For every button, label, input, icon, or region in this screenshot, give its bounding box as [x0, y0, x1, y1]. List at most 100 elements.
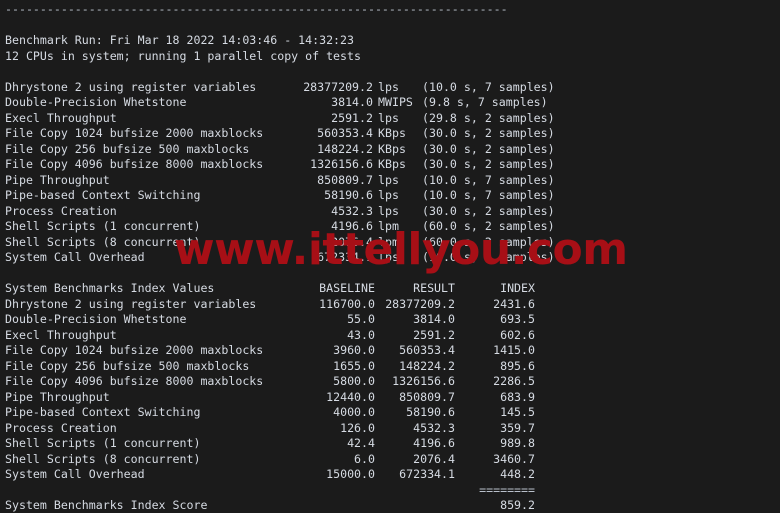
result-row: Pipe-based Context Switching 58190.6 lps…: [5, 188, 775, 204]
index-row: Execl Throughput 43.0 2591.2 602.6: [5, 328, 775, 344]
result-unit: lps: [378, 172, 399, 187]
result-detail: (60.0 s, 2 samples): [422, 219, 555, 233]
score-row: System Benchmarks Index Score 859.2: [5, 498, 775, 513]
terminal-output: ----------------------------------------…: [5, 2, 775, 513]
index-row-index: 3460.7: [493, 451, 535, 466]
result-detail: (29.8 s, 2 samples): [422, 110, 555, 125]
index-row-name: Dhrystone 2 using register variables: [5, 296, 257, 311]
index-row-baseline: 3960.0: [333, 343, 375, 357]
benchmark-run-line: Benchmark Run: Fri Mar 18 2022 14:03:46 …: [5, 33, 355, 47]
index-row-result: 2591.2: [413, 327, 455, 342]
result-unit: MWIPS: [378, 95, 413, 109]
result-name: Pipe Throughput: [5, 172, 110, 187]
result-row: File Copy 4096 bufsize 8000 maxblocks 13…: [5, 157, 775, 173]
index-row: Pipe-based Context Switching 4000.0 5819…: [5, 405, 775, 421]
index-row-result: 28377209.2: [385, 296, 455, 311]
result-row: Pipe Throughput 850809.7 lps (10.0 s, 7 …: [5, 173, 775, 189]
index-row-index: 145.5: [500, 405, 535, 419]
index-row-index: 1415.0: [493, 343, 535, 357]
index-row-index: 693.5: [500, 312, 535, 326]
index-row-result: 850809.7: [399, 389, 455, 404]
index-row-result: 560353.4: [399, 343, 455, 357]
index-row-result: 4532.3: [413, 420, 455, 435]
index-row-name: Process Creation: [5, 420, 117, 435]
index-row-index: 683.9: [500, 389, 535, 404]
result-name: Process Creation: [5, 203, 117, 218]
index-row: Dhrystone 2 using register variables 116…: [5, 297, 775, 313]
index-row: File Copy 1024 bufsize 2000 maxblocks 39…: [5, 343, 775, 359]
result-detail: (10.0 s, 7 samples): [422, 250, 555, 264]
index-row-index: 895.6: [500, 358, 535, 373]
result-unit: KBps: [378, 126, 406, 140]
index-row-index: 2286.5: [493, 374, 535, 388]
result-unit: lpm: [378, 234, 399, 249]
index-row-baseline: 15000.0: [326, 467, 375, 481]
index-row-baseline: 116700.0: [319, 296, 375, 311]
column-header-result: RESULT: [413, 281, 455, 295]
index-row-name: File Copy 1024 bufsize 2000 maxblocks: [5, 343, 264, 357]
index-row-result: 4196.6: [413, 436, 455, 450]
result-row: System Call Overhead 672334.1 lps (10.0 …: [5, 250, 775, 266]
result-value: 2076.4: [331, 234, 373, 249]
result-unit: lps: [378, 203, 399, 218]
column-header-baseline: BASELINE: [319, 281, 375, 295]
result-row: Double-Precision Whetstone 3814.0 MWIPS …: [5, 95, 775, 111]
result-detail: (10.0 s, 7 samples): [422, 79, 555, 94]
index-row-baseline: 4000.0: [333, 405, 375, 419]
result-name: Double-Precision Whetstone: [5, 95, 187, 109]
result-unit: lps: [378, 110, 399, 125]
index-table-title: System Benchmarks Index Values: [5, 281, 215, 295]
index-row-baseline: 12440.0: [326, 389, 375, 404]
result-row: File Copy 256 bufsize 500 maxblocks 1482…: [5, 142, 775, 158]
result-detail: (10.0 s, 7 samples): [422, 172, 555, 187]
index-row-result: 2076.4: [413, 451, 455, 466]
result-value: 28377209.2: [303, 79, 373, 94]
index-row-baseline: 6.0: [354, 451, 375, 466]
column-header-index: INDEX: [500, 281, 535, 295]
result-value: 560353.4: [317, 126, 373, 140]
index-row-index: 989.8: [500, 436, 535, 450]
result-value: 2591.2: [331, 110, 373, 125]
result-row: Process Creation 4532.3 lps (30.0 s, 2 s…: [5, 204, 775, 220]
result-value: 4532.3: [331, 203, 373, 218]
top-rule: ----------------------------------------…: [5, 2, 508, 16]
result-detail: (9.8 s, 7 samples): [422, 95, 548, 109]
result-detail: (30.0 s, 2 samples): [422, 141, 555, 156]
result-unit: lps: [378, 79, 399, 94]
index-row-name: Pipe Throughput: [5, 389, 110, 404]
result-row: Dhrystone 2 using register variables 283…: [5, 80, 775, 96]
result-name: Execl Throughput: [5, 110, 117, 125]
result-value: 148224.2: [317, 141, 373, 156]
result-row: Execl Throughput 2591.2 lps (29.8 s, 2 s…: [5, 111, 775, 127]
index-row-result: 58190.6: [406, 405, 455, 419]
index-row-baseline: 42.4: [347, 436, 375, 450]
result-name: Shell Scripts (8 concurrent): [5, 234, 201, 249]
index-row: File Copy 4096 bufsize 8000 maxblocks 58…: [5, 374, 775, 390]
index-row-baseline: 43.0: [347, 327, 375, 342]
index-row: Process Creation 126.0 4532.3 359.7: [5, 421, 775, 437]
index-row: System Call Overhead 15000.0 672334.1 44…: [5, 467, 775, 483]
index-row: Shell Scripts (8 concurrent) 6.0 2076.4 …: [5, 452, 775, 468]
index-row-name: Shell Scripts (8 concurrent): [5, 451, 201, 466]
result-detail: (10.0 s, 7 samples): [422, 188, 555, 202]
index-row-baseline: 55.0: [347, 312, 375, 326]
result-detail: (30.0 s, 2 samples): [422, 203, 555, 218]
index-row-index: 448.2: [500, 467, 535, 481]
result-value: 850809.7: [317, 172, 373, 187]
index-table-header: System Benchmarks Index Values BASELINE …: [5, 281, 775, 297]
result-unit: lps: [378, 250, 399, 264]
result-unit: KBps: [378, 157, 406, 171]
index-row: Pipe Throughput 12440.0 850809.7 683.9: [5, 390, 775, 406]
cpu-info-line: 12 CPUs in system; running 1 parallel co…: [5, 48, 361, 63]
result-detail: (30.0 s, 2 samples): [422, 157, 555, 171]
index-row-baseline: 126.0: [340, 420, 375, 435]
score-rule-row: ========: [5, 483, 775, 499]
result-value: 3814.0: [331, 95, 373, 109]
index-row-name: Pipe-based Context Switching: [5, 405, 201, 419]
index-row-baseline: 5800.0: [333, 374, 375, 388]
score-rule: ========: [479, 482, 535, 497]
result-row: File Copy 1024 bufsize 2000 maxblocks 56…: [5, 126, 775, 142]
result-unit: KBps: [378, 141, 406, 156]
